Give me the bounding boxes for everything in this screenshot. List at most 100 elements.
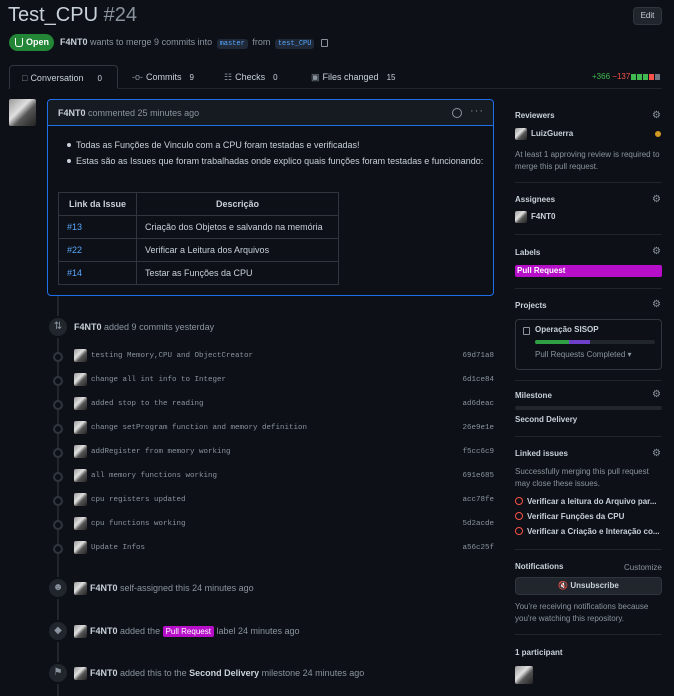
commit-sha[interactable]: ad6deac [460, 400, 494, 408]
commit-message[interactable]: addRegister from memory working [91, 448, 231, 456]
tab-checks[interactable]: ☷ Checks 0 [224, 65, 278, 89]
event-author[interactable]: F4NT0 [74, 322, 102, 332]
avatar[interactable] [74, 397, 87, 410]
commit-message[interactable]: testing Memory,CPU and ObjectCreator [91, 352, 253, 360]
edit-button[interactable]: Edit [633, 7, 662, 25]
avatar[interactable] [74, 373, 87, 386]
avatar[interactable] [74, 667, 87, 680]
avatar[interactable] [74, 625, 87, 638]
gear-icon[interactable]: ⚙ [652, 449, 662, 459]
avatar[interactable] [74, 541, 87, 554]
commit-sha[interactable]: 5d2acde [460, 520, 494, 528]
table-cell: Criação dos Objetos e salvando na memóri… [136, 215, 339, 239]
linked-issue[interactable]: Verificar a leitura do Arquivo par... [515, 497, 665, 506]
table-header: Link da Issue [58, 192, 137, 216]
table-row: #22 Verificar a Leitura dos Arquivos [58, 238, 339, 262]
diff-block [631, 73, 637, 80]
copy-icon[interactable] [320, 38, 328, 47]
avatar[interactable] [515, 128, 527, 140]
avatar[interactable] [9, 99, 36, 126]
issue-link[interactable]: #13 [67, 222, 82, 232]
customize-link[interactable]: Customize [624, 563, 662, 572]
linked-issue[interactable]: Verificar a Criação e Interação co... [515, 527, 665, 536]
avatar[interactable] [74, 445, 87, 458]
tab-label: Conversation [30, 73, 84, 83]
avatar[interactable] [74, 517, 87, 530]
pr-author-link[interactable]: F4NT0 [60, 37, 88, 47]
commit-sha[interactable]: acc78fe [460, 496, 494, 504]
unsubscribe-button[interactable]: 🔇 Unsubscribe [515, 577, 662, 595]
avatar[interactable] [74, 469, 87, 482]
gear-icon[interactable]: ⚙ [652, 111, 662, 121]
commit-dot-icon [53, 376, 63, 386]
labeled-event-badge: ◆ [47, 620, 69, 642]
avatar[interactable] [74, 582, 87, 595]
pr-number: #24 [103, 4, 137, 26]
avatar[interactable] [74, 421, 87, 434]
commit-sha[interactable]: 69d71a8 [460, 352, 494, 360]
comment-icon: □ [22, 73, 28, 83]
milestone-event-badge: ⚑ [47, 662, 69, 684]
commit-sha[interactable]: 6d1ce84 [460, 376, 494, 384]
milestone-link[interactable]: Second Delivery [189, 668, 259, 678]
divider [515, 634, 662, 635]
event-author[interactable]: F4NT0 [90, 668, 118, 678]
head-branch[interactable]: test_CPU [274, 39, 315, 49]
gear-icon[interactable]: ⚙ [652, 195, 662, 205]
table-header-row: Link da Issue Descrição [58, 192, 339, 216]
labels-heading[interactable]: Labels [515, 248, 540, 257]
gear-icon[interactable]: ⚙ [652, 390, 662, 400]
label-pill[interactable]: Pull Request [515, 265, 662, 277]
assignees-heading[interactable]: Assignees [515, 195, 555, 204]
avatar[interactable] [515, 666, 533, 684]
commit-message[interactable]: Update Infos [91, 544, 145, 552]
issue-link[interactable]: #22 [67, 245, 82, 255]
tab-conversation[interactable]: □ Conversation 0 [9, 65, 118, 89]
notifications-heading: Notifications [515, 562, 564, 571]
avatar[interactable] [515, 211, 527, 223]
commit-message[interactable]: change all int info to Integer [91, 376, 226, 384]
event-text: milestone 24 minutes ago [261, 668, 365, 678]
issue-link[interactable]: #14 [67, 268, 82, 278]
avatar[interactable] [74, 493, 87, 506]
base-branch[interactable]: master [216, 39, 248, 49]
project-name[interactable]: Operação SISOP [535, 325, 599, 334]
milestone-heading[interactable]: Milestone [515, 391, 552, 400]
kebab-menu-icon[interactable]: ··· [470, 105, 484, 117]
table-cell: #13 [58, 215, 137, 239]
milestone-name[interactable]: Second Delivery [515, 415, 577, 424]
avatar[interactable] [74, 349, 87, 362]
gear-icon[interactable]: ⚙ [652, 300, 662, 310]
linked-issue[interactable]: Verificar Funções da CPU [515, 512, 665, 521]
reviewers-heading[interactable]: Reviewers [515, 111, 555, 120]
event-author[interactable]: F4NT0 [90, 583, 118, 593]
event-author[interactable]: F4NT0 [90, 626, 118, 636]
pending-review-dot [655, 131, 661, 137]
comment-author[interactable]: F4NT0 [58, 108, 86, 118]
project-column[interactable]: Pull Requests Completed ▾ [535, 350, 632, 359]
comment-time[interactable]: commented 25 minutes ago [88, 108, 199, 118]
gear-icon[interactable]: ⚙ [652, 247, 662, 257]
assignee-name[interactable]: F4NT0 [531, 212, 555, 221]
tab-commits[interactable]: -o- Commits 9 [132, 65, 194, 89]
projects-heading[interactable]: Projects [515, 301, 547, 310]
commit-sha[interactable]: 26e9e1e [460, 424, 494, 432]
commit-message[interactable]: cpu functions working [91, 520, 186, 528]
commit-message[interactable]: change setProgram function and memory de… [91, 424, 307, 432]
commit-sha[interactable]: f5cc6c9 [460, 448, 494, 456]
tab-files-changed[interactable]: ▣ Files changed 15 [311, 65, 395, 89]
lock-icon [523, 327, 530, 335]
merge-text: wants to merge 9 commits into [90, 37, 213, 47]
label-pill[interactable]: Pull Request [162, 626, 214, 637]
commit-message[interactable]: cpu registers updated [91, 496, 186, 504]
commit-message[interactable]: all memory functions working [91, 472, 217, 480]
linked-issues-heading[interactable]: Linked issues [515, 449, 568, 458]
linked-issue-title: Verificar Funções da CPU [527, 512, 625, 521]
divider [515, 549, 662, 550]
reviewer-name[interactable]: LuizGuerra [531, 129, 573, 138]
commit-message[interactable]: added stop to the reading [91, 400, 204, 408]
tab-label: Files changed [322, 72, 379, 82]
commit-sha[interactable]: a56c25f [460, 544, 494, 552]
smiley-icon[interactable] [452, 108, 462, 118]
commit-sha[interactable]: 691e685 [460, 472, 494, 480]
